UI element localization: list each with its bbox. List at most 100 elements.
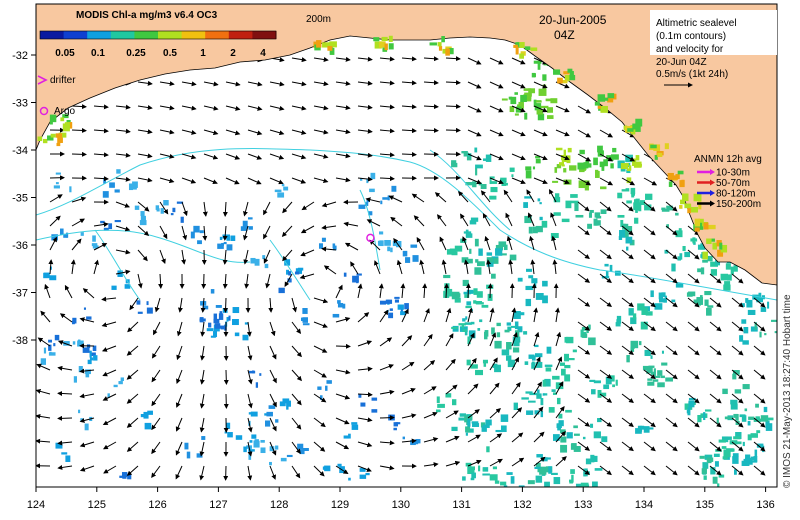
chlorophyll-patch <box>710 490 712 496</box>
chlorophyll-patch <box>565 200 572 209</box>
chlorophyll-patch <box>462 279 469 287</box>
chlorophyll-patch <box>87 359 92 365</box>
chlorophyll-patch <box>700 267 705 275</box>
chlorophyll-patch <box>544 364 553 367</box>
lat-tick-label: -38 <box>12 335 28 347</box>
chlorophyll-patch <box>147 410 153 415</box>
chlorophyll-patch <box>232 319 239 326</box>
chlorophyll-patch <box>739 414 746 418</box>
colorbar-tick-label: 2 <box>230 48 236 59</box>
chlorophyll-patch <box>620 219 624 228</box>
coastal-patch <box>650 144 657 149</box>
chlorophyll-patch <box>742 384 750 390</box>
chlorophyll-patch <box>379 231 384 235</box>
chlorophyll-patch <box>561 368 566 376</box>
chlorophyll-patch <box>552 434 560 441</box>
colorbar-tick-label: 0.05 <box>55 48 75 59</box>
chlorophyll-patch <box>590 423 594 428</box>
chlorophyll-patch <box>645 193 653 200</box>
chlorophyll-patch <box>286 454 293 458</box>
coastal-patch <box>381 36 388 41</box>
chlorophyll-patch <box>569 165 577 171</box>
chlorophyll-patch <box>55 172 61 175</box>
coastal-patch <box>677 170 684 175</box>
coastal-patch <box>530 47 538 51</box>
chlorophyll-patch <box>482 424 490 428</box>
chlorophyll-patch <box>724 436 732 440</box>
chlorophyll-patch <box>628 165 632 171</box>
chlorophyll-patch <box>69 186 72 193</box>
chlorophyll-patch <box>505 355 512 361</box>
chlorophyll-patch <box>545 367 552 372</box>
chlorophyll-patch <box>664 295 667 298</box>
legend-line-3: and velocity for <box>656 44 724 55</box>
chlorophyll-patch <box>704 291 712 296</box>
chlorophyll-patch <box>570 200 579 204</box>
chlorophyll-patch <box>114 189 120 193</box>
chlorophyll-patch <box>199 318 206 322</box>
chlorophyll-patch <box>654 375 661 378</box>
chlorophyll-patch <box>146 301 149 306</box>
chlorophyll-patch <box>733 413 738 418</box>
legend-line-4: 20-Jun 04Z <box>656 57 707 68</box>
coastal-patch <box>703 222 709 230</box>
coastal-patch <box>679 180 685 188</box>
chlorophyll-patch <box>508 96 513 100</box>
chlorophyll-patch <box>747 420 751 426</box>
chlorophyll-patch <box>109 182 115 188</box>
colorbar-swatch <box>205 31 230 39</box>
chlorophyll-patch <box>610 163 614 169</box>
chlorophyll-patch <box>280 457 287 462</box>
chlorophyll-patch <box>473 288 478 295</box>
chlorophyll-patch <box>475 369 484 376</box>
chlorophyll-patch <box>337 300 341 304</box>
chlorophyll-patch <box>491 273 496 279</box>
chlorophyll-patch <box>78 339 81 345</box>
chlorophyll-patch <box>563 149 566 157</box>
chlorophyll-patch <box>227 432 233 438</box>
chlorophyll-patch <box>384 239 391 246</box>
legend-line-2: (0.1m contours) <box>656 31 726 42</box>
chlorophyll-patch <box>707 492 714 498</box>
coastal-patch <box>684 203 692 209</box>
chlorophyll-patch <box>92 235 96 242</box>
chlorophyll-patch <box>574 203 579 212</box>
chlorophyll-patch <box>547 115 554 119</box>
chlorophyll-patch <box>690 238 698 242</box>
lon-tick-label: 131 <box>452 499 470 511</box>
chlorophyll-patch <box>461 151 468 154</box>
chlorophyll-patch <box>540 398 544 406</box>
chlorophyll-patch <box>464 415 468 423</box>
chlorophyll-patch <box>302 447 309 452</box>
chlorophyll-patch <box>269 461 272 466</box>
chlorophyll-patch <box>370 172 376 180</box>
chlorophyll-patch <box>495 248 503 256</box>
coastal-patch <box>388 35 393 42</box>
chlorophyll-patch <box>43 347 47 354</box>
chlorophyll-patch <box>490 181 498 184</box>
legend-line-1: Altimetric sealevel <box>656 18 737 29</box>
chlorophyll-patch <box>475 302 484 305</box>
chlorophyll-patch <box>566 432 573 439</box>
chlorophyll-patch <box>732 456 739 464</box>
chlorophyll-patch <box>566 336 574 344</box>
chlorophyll-patch <box>661 350 664 354</box>
argo-label: Argo <box>54 106 76 117</box>
coastal-patch <box>694 227 700 232</box>
coastal-patch <box>657 152 663 157</box>
chlorophyll-patch <box>724 281 731 287</box>
chlorophyll-patch <box>163 200 169 206</box>
chlorophyll-patch <box>671 299 676 303</box>
colorbar-tick-label: 1 <box>200 48 206 59</box>
chlorophyll-patch <box>72 341 76 345</box>
chlorophyll-patch <box>536 454 543 458</box>
chlorophyll-patch <box>697 415 702 423</box>
coastal-patch <box>519 53 525 59</box>
chlorophyll-patch <box>531 278 538 284</box>
chlorophyll-patch <box>714 461 719 467</box>
chlorophyll-patch <box>722 388 728 395</box>
chlorophyll-patch <box>279 401 286 407</box>
chlorophyll-patch <box>701 468 707 474</box>
chlorophyll-patch <box>577 162 585 170</box>
chlorophyll-patch <box>220 325 226 330</box>
